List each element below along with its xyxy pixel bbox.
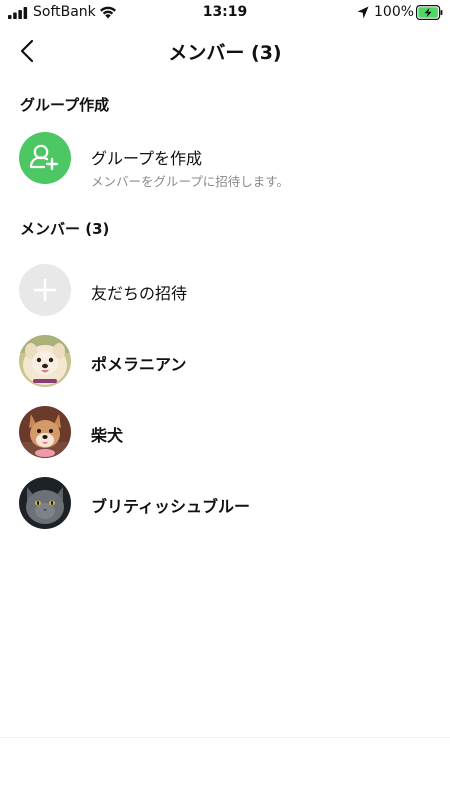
bottom-divider <box>0 737 450 738</box>
member-name: ブリティッシュブルー <box>91 497 251 516</box>
battery-charging-icon <box>416 5 443 20</box>
member-row[interactable]: ブリティッシュブルー <box>0 469 450 537</box>
member-list-screen: SoftBank 13:19 100% メンバー (3) グループ作成 グループ… <box>0 0 450 800</box>
status-bar: SoftBank 13:19 100% <box>0 0 450 26</box>
add-group-icon <box>19 132 71 184</box>
plus-icon <box>19 264 71 316</box>
british-blue-cat-avatar <box>19 477 71 529</box>
page-title: メンバー (3) <box>168 42 282 64</box>
pomeranian-avatar <box>19 335 71 387</box>
members-section-header: メンバー (3) <box>20 220 110 238</box>
shiba-avatar <box>19 406 71 458</box>
invite-friends-label: 友だちの招待 <box>91 284 188 303</box>
invite-friends-row[interactable]: 友だちの招待 <box>0 256 450 324</box>
create-group-row[interactable]: グループを作成 メンバーをグループに招待します。 <box>0 124 450 192</box>
member-name: ポメラニアン <box>91 355 187 374</box>
navigation-bar: メンバー (3) <box>0 26 450 76</box>
member-name: 柴犬 <box>91 426 124 445</box>
group-create-section-header: グループ作成 <box>20 96 110 114</box>
battery-percentage: 100% <box>374 4 415 20</box>
create-group-subtitle: メンバーをグループに招待します。 <box>91 174 290 189</box>
member-row[interactable]: ポメラニアン <box>0 327 450 395</box>
location-arrow-icon <box>357 6 369 19</box>
create-group-title: グループを作成 <box>91 149 203 168</box>
member-row[interactable]: 柴犬 <box>0 398 450 466</box>
